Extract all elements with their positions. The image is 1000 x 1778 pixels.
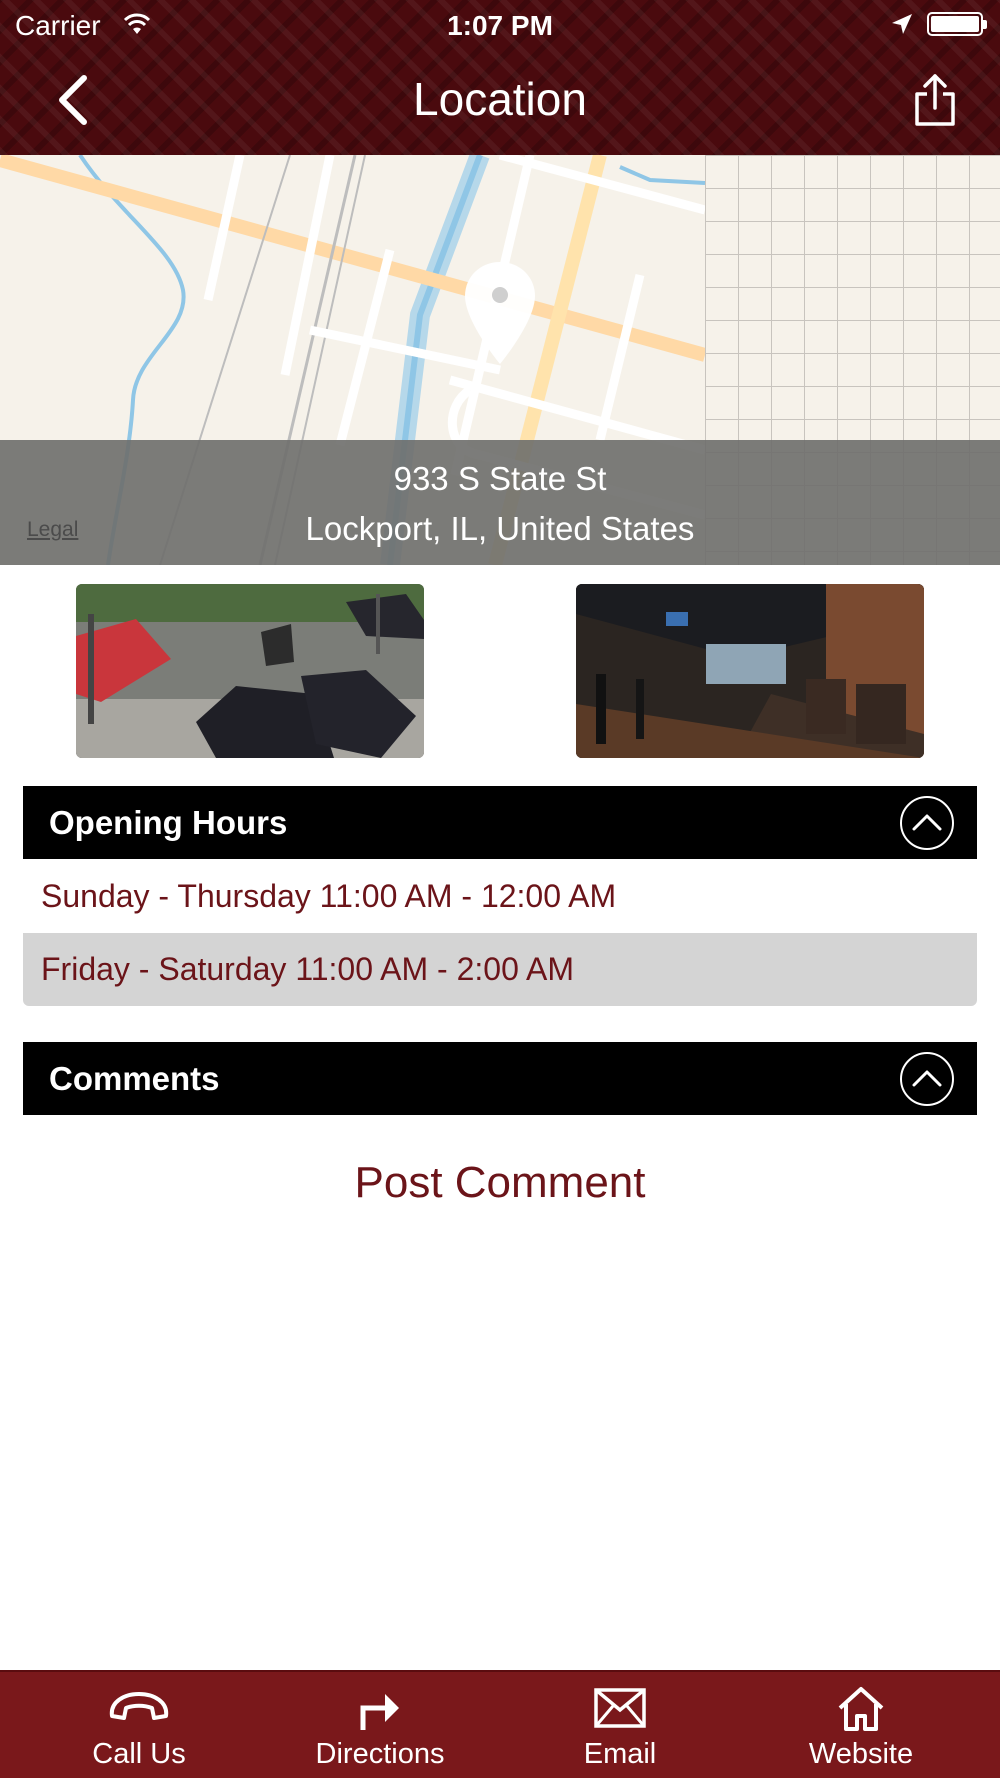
map-legal-link[interactable]: Legal	[27, 518, 78, 542]
comments-title: Comments	[49, 1060, 220, 1097]
share-icon	[915, 74, 955, 126]
location-arrow-icon	[890, 12, 914, 41]
page-title: Location	[413, 73, 587, 125]
status-bar: Carrier 1:07 PM	[0, 0, 1000, 50]
comments-collapse-button[interactable]	[900, 1052, 954, 1106]
address-city: Lockport, IL, United States	[305, 510, 695, 547]
hours-text: Sunday - Thursday 11:00 AM - 12:00 AM	[41, 878, 617, 914]
location-map[interactable]: 933 S State St Lockport, IL, United Stat…	[0, 155, 1000, 565]
tab-email[interactable]: Email	[495, 1672, 745, 1778]
status-time: 1:07 PM	[447, 10, 553, 41]
hours-text: Friday - Saturday 11:00 AM - 2:00 AM	[41, 951, 574, 987]
top-bar: Carrier 1:07 PM Location	[0, 0, 1000, 155]
patio-photo[interactable]	[76, 584, 424, 758]
tab-label: Call Us	[92, 1738, 186, 1770]
email-icon	[594, 1688, 646, 1728]
tab-call-us[interactable]: Call Us	[14, 1672, 264, 1778]
tab-website[interactable]: Website	[736, 1672, 986, 1778]
opening-hours-header[interactable]: Opening Hours	[23, 786, 977, 859]
home-icon	[838, 1687, 884, 1731]
battery-icon	[927, 12, 987, 36]
phone-icon	[109, 1692, 169, 1720]
map-pin-icon[interactable]	[463, 260, 537, 371]
bottom-tab-bar: Call Us Directions Email Website	[0, 1670, 1000, 1778]
opening-hours-collapse-button[interactable]	[900, 796, 954, 850]
comments-header[interactable]: Comments	[23, 1042, 977, 1115]
hours-row: Friday - Saturday 11:00 AM - 2:00 AM	[23, 933, 977, 1006]
hours-row: Sunday - Thursday 11:00 AM - 12:00 AM	[23, 860, 977, 933]
chevron-up-icon	[912, 1070, 942, 1087]
tab-label: Directions	[315, 1738, 445, 1770]
tab-directions[interactable]: Directions	[255, 1672, 505, 1778]
chevron-up-icon	[912, 814, 942, 831]
post-comment-button[interactable]: Post Comment	[0, 1158, 1000, 1208]
interior-photo[interactable]	[576, 584, 924, 758]
tab-label: Website	[808, 1738, 914, 1770]
address-street: 933 S State St	[393, 460, 607, 497]
opening-hours-title: Opening Hours	[49, 804, 288, 841]
directions-icon	[360, 1694, 399, 1730]
share-button[interactable]	[905, 72, 965, 132]
tab-label: Email	[583, 1738, 657, 1770]
